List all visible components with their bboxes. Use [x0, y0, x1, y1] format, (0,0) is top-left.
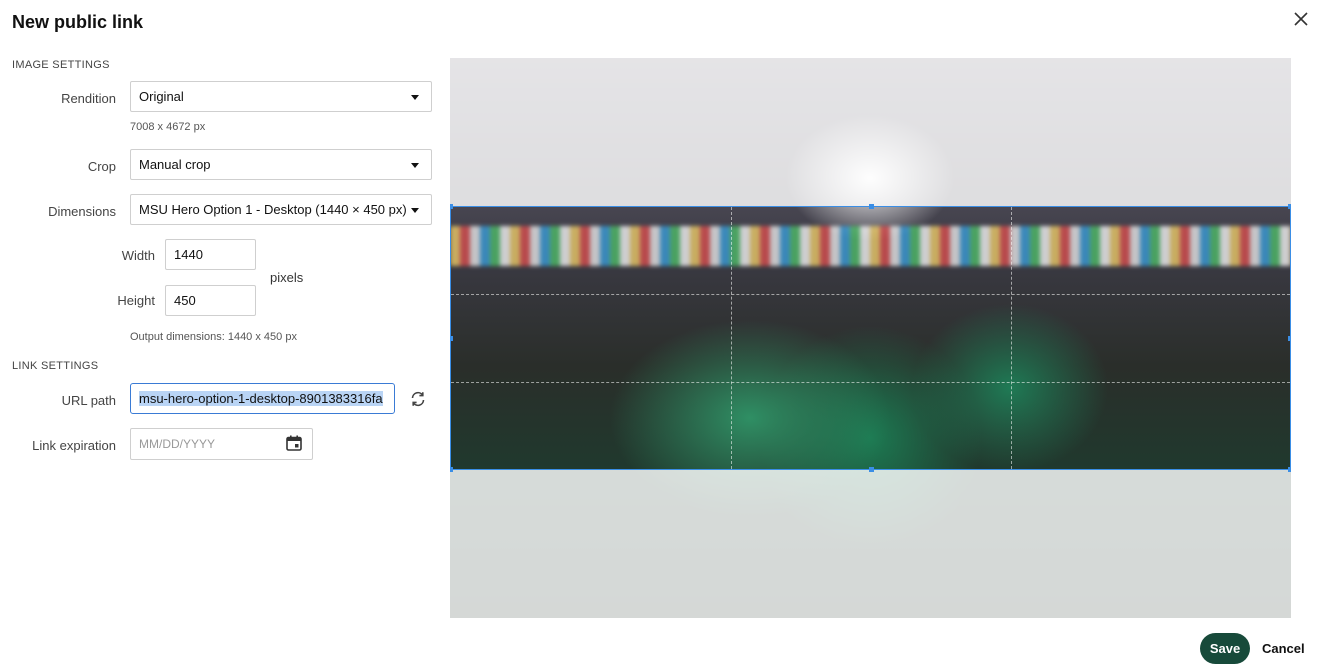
crop-handle-bottom[interactable] — [869, 467, 874, 472]
crop-handle-bottom-left[interactable] — [450, 467, 453, 472]
crop-handle-top[interactable] — [869, 204, 874, 209]
rendition-select[interactable]: Original — [130, 81, 432, 112]
url-path-input[interactable]: msu-hero-option-1-desktop-8901383316fa — [130, 383, 395, 414]
width-label: Width — [121, 248, 155, 263]
width-input[interactable] — [165, 239, 256, 270]
crop-label: Crop — [87, 159, 116, 174]
crop-handle-left[interactable] — [450, 336, 453, 341]
crop-select[interactable]: Manual crop — [130, 149, 432, 180]
crop-grid-line — [451, 382, 1290, 383]
crop-grid-line — [451, 294, 1290, 295]
close-button[interactable] — [1290, 8, 1312, 30]
chevron-down-icon — [411, 208, 419, 213]
regenerate-url-button[interactable] — [407, 388, 429, 410]
rendition-size-hint: 7008 x 4672 px — [130, 121, 206, 133]
url-path-value: msu-hero-option-1-desktop-8901383316fa — [139, 391, 383, 406]
image-settings-heading: IMAGE SETTINGS — [12, 59, 110, 71]
image-crop-canvas[interactable] — [450, 58, 1291, 618]
output-dimensions-hint: Output dimensions: 1440 x 450 px — [130, 331, 297, 343]
pixels-unit: pixels — [270, 270, 304, 285]
rendition-label: Rendition — [61, 91, 116, 106]
crop-handle-top-left[interactable] — [450, 204, 453, 209]
link-settings-heading: LINK SETTINGS — [12, 360, 99, 372]
refresh-icon — [411, 391, 425, 407]
chevron-down-icon — [411, 95, 419, 100]
height-input[interactable] — [165, 285, 256, 316]
crop-grid-line — [731, 207, 732, 469]
crop-handle-right[interactable] — [1288, 336, 1291, 341]
chevron-down-icon — [411, 163, 419, 168]
calendar-icon — [286, 435, 302, 451]
date-placeholder: MM/DD/YYYY — [139, 437, 216, 451]
height-label: Height — [117, 293, 155, 308]
crop-value: Manual crop — [139, 157, 211, 172]
crop-handle-top-right[interactable] — [1288, 204, 1291, 209]
crop-mask-top — [450, 58, 1291, 206]
cancel-button[interactable]: Cancel — [1262, 633, 1305, 664]
crop-handle-bottom-right[interactable] — [1288, 467, 1291, 472]
dimensions-value: MSU Hero Option 1 - Desktop (1440 × 450 … — [139, 202, 407, 217]
crop-selection[interactable] — [450, 204, 1291, 472]
dimensions-label: Dimensions — [48, 204, 116, 219]
link-expiration-label: Link expiration — [32, 438, 116, 453]
calendar-button[interactable] — [283, 432, 305, 454]
crop-mask-bottom — [450, 470, 1291, 618]
url-path-label: URL path — [61, 393, 116, 408]
dimensions-select[interactable]: MSU Hero Option 1 - Desktop (1440 × 450 … — [130, 194, 432, 225]
rendition-value: Original — [139, 89, 184, 104]
dialog-title: New public link — [12, 12, 144, 32]
crop-grid-line — [1011, 207, 1012, 469]
close-icon — [1294, 12, 1308, 26]
save-button[interactable]: Save — [1200, 633, 1250, 664]
